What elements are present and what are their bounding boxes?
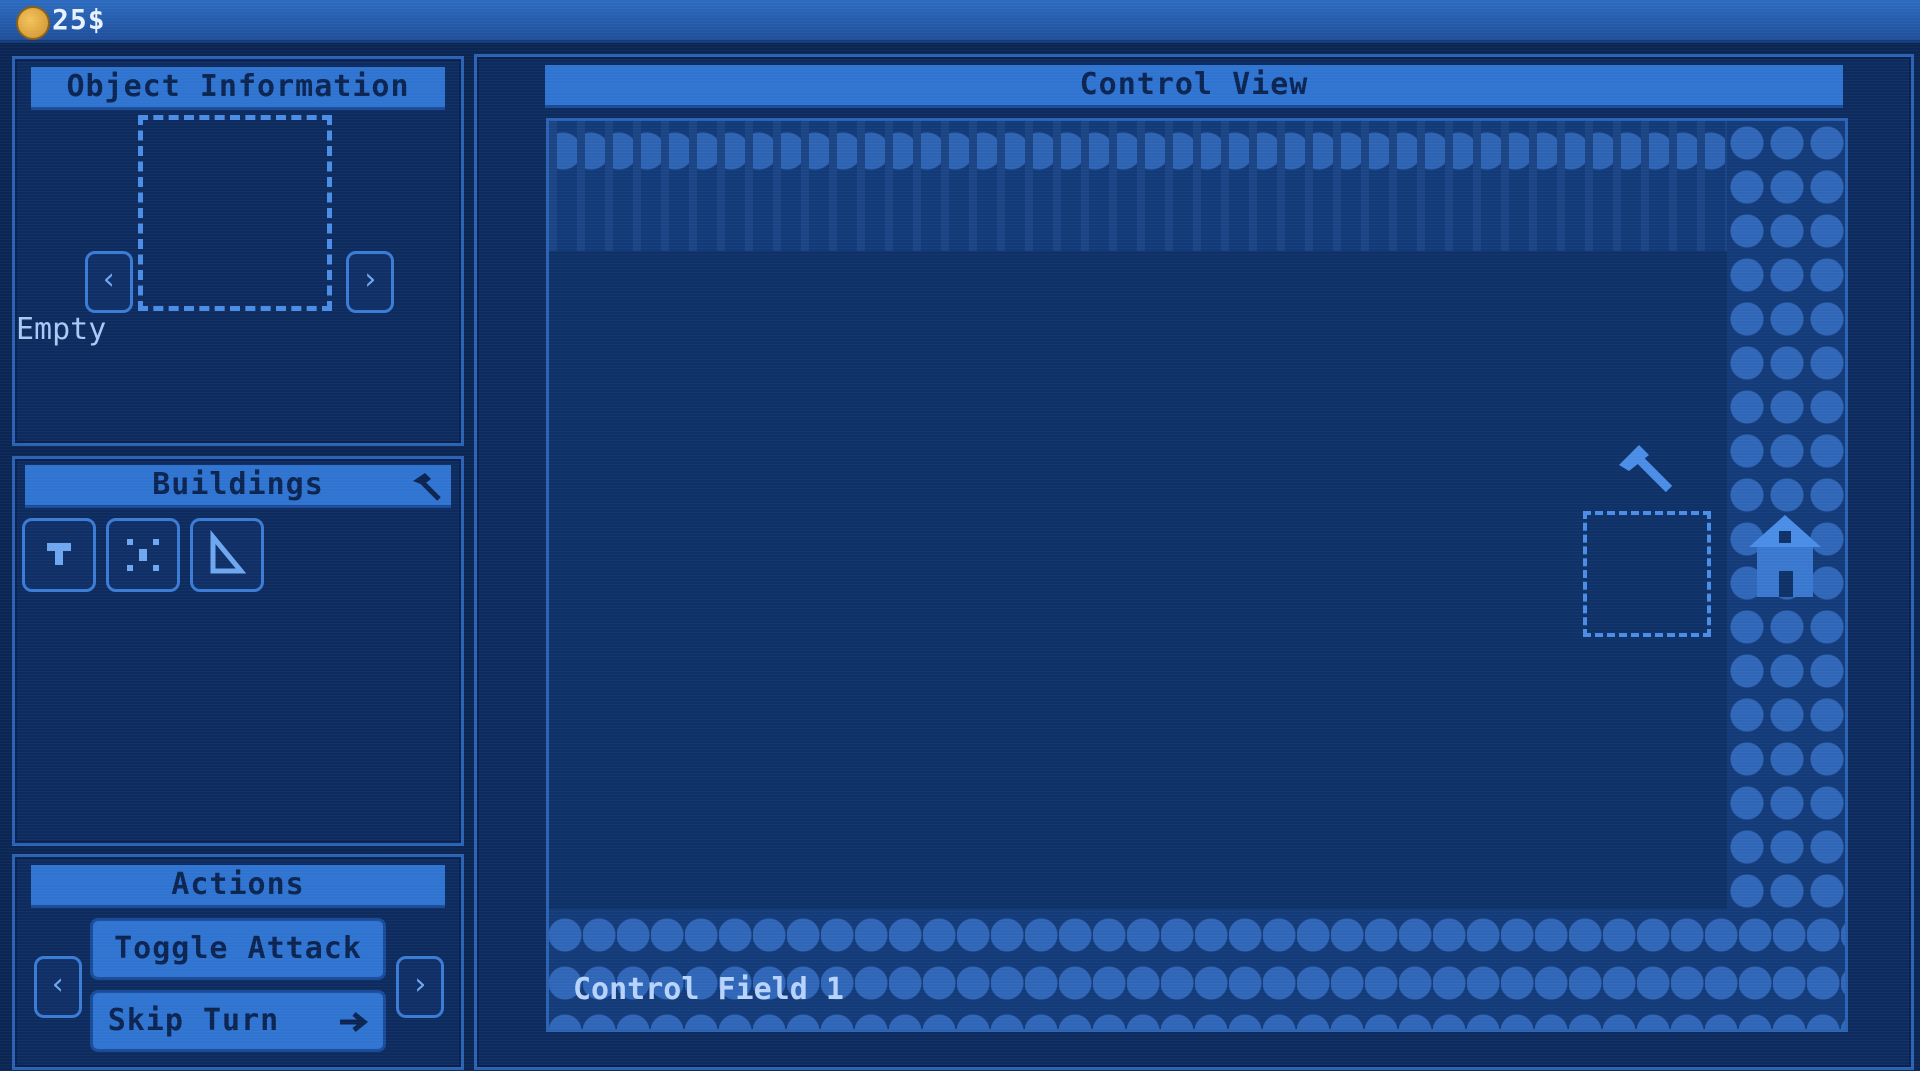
skip-turn-button[interactable]: Skip Turn	[90, 990, 386, 1052]
building-ruler-button[interactable]	[190, 518, 264, 592]
control-view-title: Control View	[545, 65, 1843, 108]
placement-slot[interactable]	[1583, 511, 1711, 637]
top-bar: 25$	[0, 0, 1920, 43]
hammer-cursor-icon	[1619, 445, 1673, 493]
toggle-attack-label: Toggle Attack	[114, 931, 362, 966]
building-crosshair-button[interactable]	[106, 518, 180, 592]
skip-turn-label: Skip Turn	[107, 1003, 280, 1038]
forest-top	[549, 121, 1845, 251]
buildings-panel: Buildings	[12, 456, 464, 846]
object-preview-slot	[138, 115, 332, 311]
actions-next-button[interactable]: ›	[396, 956, 444, 1018]
crosshair-icon	[127, 539, 159, 571]
hammer-icon	[413, 473, 441, 501]
control-field-label: Control Field 1	[573, 972, 844, 1007]
money-counter: 25$	[52, 3, 106, 36]
buildings-title: Buildings	[25, 465, 451, 508]
object-status-label: Empty	[16, 312, 107, 347]
turret-icon	[47, 543, 71, 565]
coin-icon	[16, 6, 50, 40]
arrow-right-icon	[340, 1011, 369, 1032]
forest-bottom	[549, 909, 1845, 1029]
actions-title: Actions	[31, 865, 445, 908]
object-next-button[interactable]: ›	[346, 251, 394, 313]
object-prev-button[interactable]: ‹	[85, 251, 133, 313]
toggle-attack-button[interactable]: Toggle Attack	[90, 918, 386, 1017]
ruler-icon	[210, 530, 247, 574]
house-icon[interactable]	[1743, 501, 1827, 603]
control-field[interactable]: Control Field 1	[546, 118, 1848, 1032]
object-information-title: Object Information	[31, 67, 445, 110]
actions-prev-button[interactable]: ‹	[34, 956, 82, 1018]
building-turret-button[interactable]	[22, 518, 96, 592]
object-information-panel: Object Information ‹ ›	[12, 56, 464, 446]
